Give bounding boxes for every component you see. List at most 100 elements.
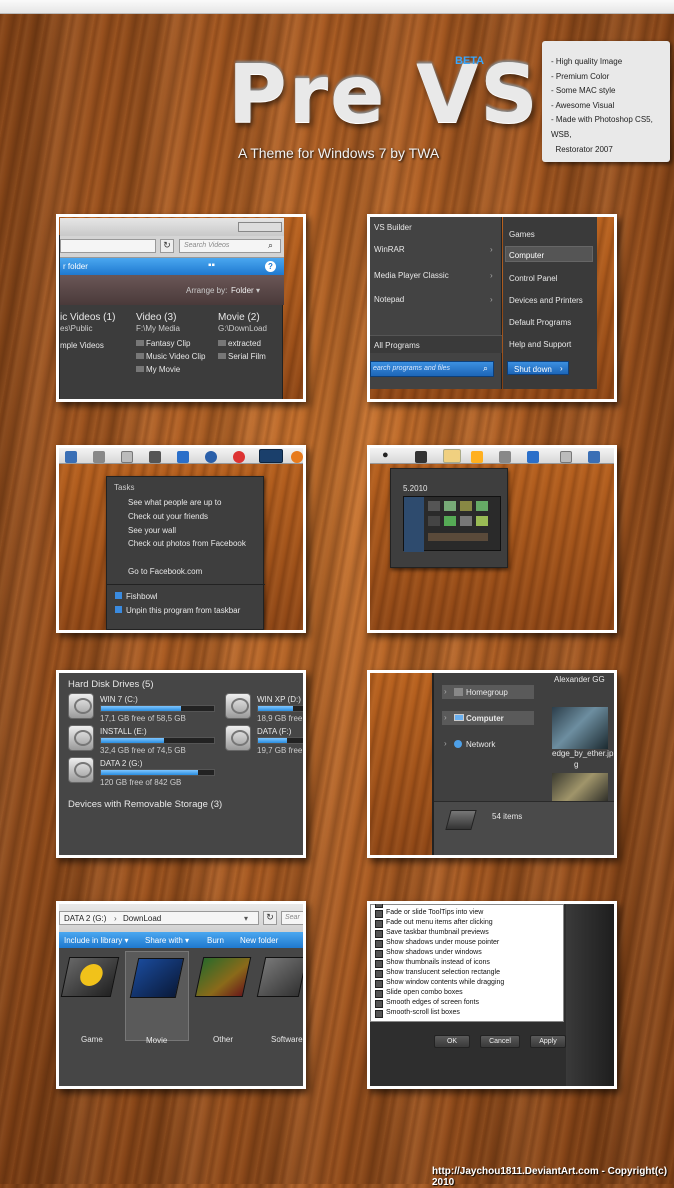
app-icon[interactable]: [560, 451, 572, 463]
drive-item[interactable]: DATA 2 (G:) 120 GB free of 842 GB: [68, 757, 228, 787]
list-item[interactable]: Serial Film: [218, 352, 266, 361]
cancel-button[interactable]: Cancel: [480, 1035, 520, 1048]
pin-item[interactable]: Fishbowl: [115, 592, 158, 601]
app-icon[interactable]: [121, 451, 133, 463]
checkbox[interactable]: [375, 910, 383, 918]
checkbox[interactable]: [375, 990, 383, 998]
option-row[interactable]: Save taskbar thumbnail previews: [371, 929, 565, 939]
option-row[interactable]: Show translucent selection rectangle: [371, 969, 565, 979]
unpin-item[interactable]: Unpin this program from taskbar: [115, 606, 240, 615]
program-item[interactable]: VS Builder: [374, 223, 412, 232]
breadcrumb[interactable]: r folder: [63, 262, 88, 271]
thumbnail-popup[interactable]: 5.2010: [390, 468, 508, 568]
list-item[interactable]: Music Video Clip: [136, 352, 205, 361]
itunes-icon[interactable]: [65, 451, 77, 463]
task-item[interactable]: See your wall: [128, 526, 176, 535]
search-box[interactable]: Search Videos ⌕: [179, 239, 281, 253]
list-item[interactable]: Fantasy Clip: [136, 339, 190, 348]
checkbox[interactable]: [375, 940, 383, 948]
option-row[interactable]: Smooth edges of screen fonts: [371, 999, 565, 1009]
app-icon[interactable]: [149, 451, 161, 463]
all-programs-button[interactable]: All Programs: [370, 335, 502, 353]
window-controls[interactable]: [238, 222, 282, 232]
apply-button[interactable]: Apply: [530, 1035, 566, 1048]
option-row[interactable]: Show shadows under mouse pointer: [371, 939, 565, 949]
list-item[interactable]: extracted: [218, 339, 261, 348]
apple-icon[interactable]: ●: [382, 449, 389, 461]
app-icon[interactable]: [93, 451, 105, 463]
view-icon[interactable]: ▪▪: [208, 260, 215, 271]
folder-item-software[interactable]: Software: [255, 951, 303, 1044]
folder-item-game[interactable]: Game: [60, 951, 121, 1044]
menu-item-games[interactable]: Games: [509, 230, 535, 239]
task-item[interactable]: See what people are up to: [128, 498, 221, 507]
option-row[interactable]: Smooth-scroll list boxes: [371, 1009, 565, 1019]
program-item[interactable]: WinRAR: [374, 245, 405, 254]
menu-item-help[interactable]: Help and Support: [509, 340, 571, 349]
task-item[interactable]: Check out your friends: [128, 512, 208, 521]
checkbox[interactable]: [375, 1010, 383, 1018]
option-row[interactable]: Show shadows under windows: [371, 949, 565, 959]
drive-item[interactable]: DATA (F:) 19,7 GB free of: [225, 725, 303, 755]
checkbox[interactable]: [375, 930, 383, 938]
drive-item[interactable]: WIN XP (D:) 18,9 GB free of: [225, 693, 303, 723]
option-row[interactable]: Show window contents while dragging: [371, 979, 565, 989]
chevron-down-icon[interactable]: ▾: [244, 914, 248, 923]
help-icon[interactable]: ?: [265, 261, 276, 272]
menu-item-devices[interactable]: Devices and Printers: [509, 296, 583, 305]
app-icon[interactable]: [415, 451, 427, 463]
breadcrumb-item[interactable]: DATA 2 (G:): [64, 914, 106, 923]
breadcrumb-item[interactable]: DownLoad: [123, 914, 161, 923]
search-box[interactable]: Sear: [281, 911, 303, 925]
drive-item[interactable]: WIN 7 (C:) 17,1 GB free of 58,5 GB: [68, 693, 228, 723]
new-folder-button[interactable]: New folder: [240, 936, 278, 945]
list-item[interactable]: My Movie: [136, 365, 180, 374]
checkbox[interactable]: [375, 960, 383, 968]
checkbox[interactable]: [375, 904, 383, 908]
drive-item[interactable]: INSTALL (E:) 32,4 GB free of 74,5 GB: [68, 725, 228, 755]
checkbox[interactable]: [375, 980, 383, 988]
program-item[interactable]: Notepad: [374, 295, 404, 304]
burn-button[interactable]: Burn: [207, 936, 224, 945]
task-item[interactable]: Go to Facebook.com: [128, 567, 202, 576]
checkbox[interactable]: [375, 970, 383, 978]
option-row[interactable]: Fade or slide ToolTips into view: [371, 909, 565, 919]
menu-item-computer[interactable]: Computer: [505, 246, 593, 262]
task-item[interactable]: Check out photos from Facebook: [128, 539, 246, 548]
image-thumbnail[interactable]: [552, 707, 608, 749]
address-field[interactable]: DATA 2 (G:) › DownLoad ▾: [59, 911, 259, 925]
arrange-dropdown[interactable]: Folder: [231, 286, 254, 295]
menu-item-control-panel[interactable]: Control Panel: [509, 274, 557, 283]
checkbox[interactable]: [375, 920, 383, 928]
app-icon[interactable]: [588, 451, 600, 463]
credit-link[interactable]: http://Jaychou1811.DeviantArt.com - Copy…: [432, 1166, 674, 1188]
image-thumbnail[interactable]: [552, 773, 608, 801]
include-in-library-menu[interactable]: Include in library ▾: [64, 936, 129, 945]
share-with-menu[interactable]: Share with ▾: [145, 936, 189, 945]
program-item[interactable]: Media Player Classic: [374, 271, 449, 280]
start-search-input[interactable]: earch programs and files ⌕: [370, 361, 494, 377]
app-icon[interactable]: [205, 451, 217, 463]
folder-icon[interactable]: [443, 449, 461, 463]
app-icon[interactable]: [471, 451, 483, 463]
list-item[interactable]: mple Videos: [60, 341, 104, 350]
app-icon[interactable]: [177, 451, 189, 463]
folder-item-movie[interactable]: Movie: [125, 951, 189, 1045]
refresh-icon[interactable]: ↻: [263, 911, 277, 925]
photoshop-icon[interactable]: [259, 449, 283, 463]
firefox-icon[interactable]: [291, 451, 303, 463]
nav-item-homegroup[interactable]: › Homegroup: [442, 685, 534, 699]
checkbox[interactable]: [375, 1000, 383, 1008]
menu-item-default-programs[interactable]: Default Programs: [509, 318, 571, 327]
shutdown-button[interactable]: Shut down ›: [507, 361, 569, 375]
app-icon[interactable]: [499, 451, 511, 463]
refresh-icon[interactable]: ↻: [160, 239, 174, 253]
nav-item-network[interactable]: › Network: [442, 737, 534, 751]
app-icon[interactable]: [527, 451, 539, 463]
app-icon[interactable]: [233, 451, 245, 463]
ok-button[interactable]: OK: [434, 1035, 470, 1048]
address-field[interactable]: [60, 239, 156, 253]
file-name[interactable]: edge_by_ether.jp: [552, 749, 613, 758]
checkbox[interactable]: [375, 950, 383, 958]
nav-item-computer[interactable]: › Computer: [442, 711, 534, 725]
